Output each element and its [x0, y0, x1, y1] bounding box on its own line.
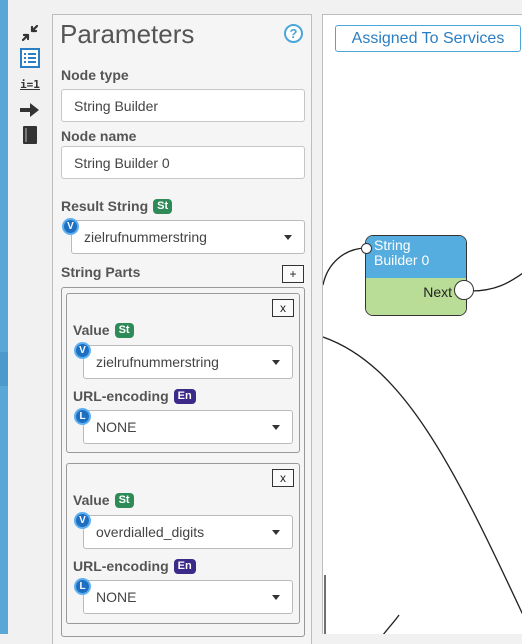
result-string-label: Result String St	[61, 198, 173, 214]
variable-icon[interactable]: V	[62, 218, 79, 235]
string-parts-label: String Parts	[61, 264, 141, 280]
side-toolbar: i=1	[12, 0, 52, 634]
next-button[interactable]	[18, 99, 42, 121]
node-name-label: Node name	[61, 128, 137, 144]
string-part: x Value St V zielrufnummerstring URL-enc…	[66, 293, 300, 453]
chevron-down-icon	[272, 595, 280, 600]
url-encoding-select[interactable]: NONE	[83, 580, 293, 614]
left-edge-segment	[0, 352, 8, 386]
value-select[interactable]: overdialled_digits	[83, 515, 293, 549]
remove-string-part-button[interactable]: x	[272, 469, 294, 487]
incoming-connection	[323, 247, 368, 286]
chevron-down-icon	[272, 425, 280, 430]
next-port-label: Next	[423, 284, 452, 300]
arrow-right-icon	[20, 103, 39, 117]
chevron-down-icon	[272, 360, 280, 365]
book-icon	[23, 126, 37, 144]
url-encoding-label-text: URL-encoding	[73, 388, 169, 404]
url-encoding-label: URL-encoding En	[73, 388, 196, 404]
list-icon	[20, 48, 40, 68]
left-edge-bar	[0, 0, 8, 634]
remove-string-part-button[interactable]: x	[272, 299, 294, 317]
node-name-field[interactable]: String Builder 0	[61, 146, 305, 179]
variable-icon[interactable]: V	[74, 512, 91, 529]
parameters-panel: Parameters ? Node type String Builder No…	[52, 14, 312, 644]
string-part: x Value St V overdialled_digits URL-enco…	[66, 463, 300, 624]
next-output-port[interactable]	[454, 280, 474, 300]
enum-type-badge: En	[173, 558, 196, 574]
documentation-button[interactable]	[18, 124, 42, 146]
url-encoding-label-text: URL-encoding	[73, 558, 169, 574]
string-type-badge: St	[114, 322, 134, 338]
url-encoding-selected: NONE	[96, 419, 137, 435]
assign-label: i=1	[20, 77, 40, 91]
value-label: Value St	[73, 322, 134, 338]
input-port[interactable]	[361, 243, 372, 254]
node-title-line1: String	[374, 237, 411, 253]
flow-canvas[interactable]: Assigned To Services String Builder 0 Ne…	[322, 14, 522, 634]
chevron-down-icon	[284, 235, 292, 240]
panel-title: Parameters	[60, 19, 195, 49]
result-string-select[interactable]: zielrufnummerstring	[71, 220, 305, 254]
result-string-label-text: Result String	[61, 198, 149, 214]
value-select[interactable]: zielrufnummerstring	[83, 345, 293, 379]
value-selected: overdialled_digits	[96, 524, 205, 540]
collapse-button[interactable]	[18, 22, 42, 44]
node-title-line2: Builder 0	[374, 252, 430, 268]
string-type-badge: St	[114, 492, 134, 508]
connection-lines	[323, 247, 522, 634]
value-label: Value St	[73, 492, 134, 508]
assign-button[interactable]: i=1	[18, 73, 42, 95]
string-type-badge: St	[153, 198, 173, 214]
node-type-field[interactable]: String Builder	[61, 89, 305, 122]
collapse-icon	[21, 24, 39, 42]
node-header: String Builder 0	[366, 236, 466, 278]
help-icon[interactable]: ?	[284, 24, 303, 43]
curve-connection	[382, 614, 400, 634]
outgoing-connection	[470, 272, 522, 292]
variable-icon[interactable]: V	[74, 342, 91, 359]
node-body: Next	[366, 278, 466, 315]
add-string-part-button[interactable]: +	[282, 265, 304, 283]
value-selected: zielrufnummerstring	[96, 354, 219, 370]
literal-icon[interactable]: L	[74, 408, 91, 425]
enum-type-badge: En	[173, 388, 196, 404]
node-type-label: Node type	[61, 67, 129, 83]
url-encoding-select[interactable]: NONE	[83, 410, 293, 444]
result-string-value: zielrufnummerstring	[84, 229, 207, 245]
value-label-text: Value	[73, 492, 110, 508]
string-builder-node[interactable]: String Builder 0 Next	[365, 235, 467, 316]
assigned-to-services-button[interactable]: Assigned To Services	[335, 25, 521, 52]
value-label-text: Value	[73, 322, 110, 338]
literal-icon[interactable]: L	[74, 578, 91, 595]
curve-connection	[323, 336, 522, 615]
parameters-list-button[interactable]	[18, 47, 42, 69]
chevron-down-icon	[272, 530, 280, 535]
url-encoding-label: URL-encoding En	[73, 558, 196, 574]
url-encoding-selected: NONE	[96, 589, 137, 605]
